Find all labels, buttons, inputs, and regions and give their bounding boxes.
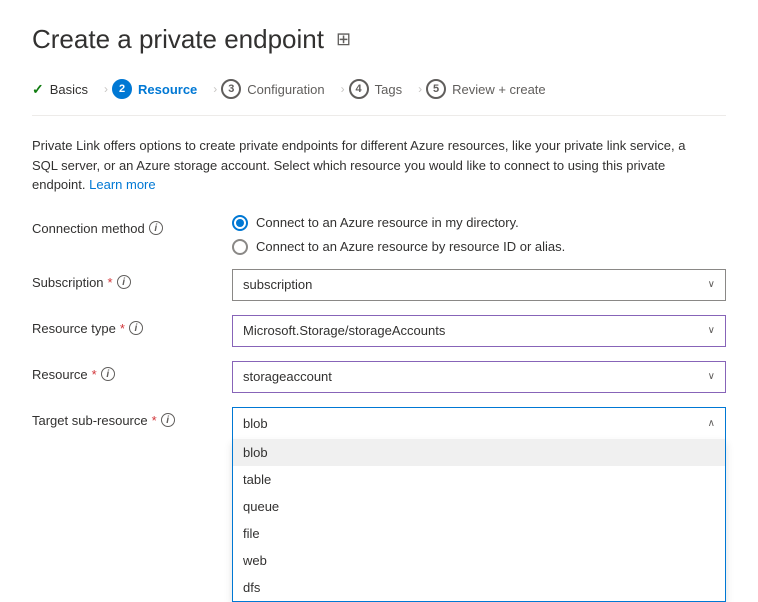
resource-type-dropdown[interactable]: Microsoft.Storage/storageAccounts ∨ — [232, 315, 726, 347]
wizard-step-resource[interactable]: 2 Resource — [112, 75, 209, 103]
required-star-subscription: * — [108, 275, 113, 290]
wizard-sep-3: › — [341, 82, 345, 96]
step-circle-configuration: 3 — [221, 79, 241, 99]
target-sub-resource-control: blob ∧ blob table queue file web dfs — [232, 407, 726, 439]
wizard-sep-2: › — [213, 82, 217, 96]
chevron-down-icon-resource: ∨ — [708, 371, 715, 382]
step-checkmark-basics: ✓ — [32, 81, 44, 98]
wizard-steps: ✓ Basics › 2 Resource › 3 Configuration … — [32, 75, 726, 116]
target-sub-resource-container: blob ∧ blob table queue file web dfs — [232, 407, 726, 439]
target-sub-resource-list: blob table queue file web dfs — [232, 439, 726, 602]
wizard-step-basics[interactable]: ✓ Basics — [32, 77, 100, 102]
step-label-basics: Basics — [50, 82, 88, 97]
wizard-step-configuration[interactable]: 3 Configuration — [221, 75, 336, 103]
target-sub-resource-value: blob — [243, 416, 268, 431]
dropdown-item-file[interactable]: file — [233, 520, 725, 547]
chevron-up-icon-target-sub-resource: ∧ — [708, 418, 715, 429]
dropdown-item-queue[interactable]: queue — [233, 493, 725, 520]
label-connection-method: Connection method i — [32, 215, 232, 236]
step-circle-review: 5 — [426, 79, 446, 99]
info-icon-target-sub-resource[interactable]: i — [161, 413, 175, 427]
label-resource-type: Resource type * i — [32, 315, 232, 336]
step-circle-resource: 2 — [112, 79, 132, 99]
step-label-review: Review + create — [452, 82, 546, 97]
page-title-row: Create a private endpoint ⊞ — [32, 24, 726, 55]
label-target-sub-resource: Target sub-resource * i — [32, 407, 232, 428]
info-icon-resource[interactable]: i — [101, 367, 115, 381]
radio-option-resource-id[interactable]: Connect to an Azure resource by resource… — [232, 239, 726, 255]
required-star-resource-type: * — [120, 321, 125, 336]
resource-value: storageaccount — [243, 369, 332, 384]
info-icon-resource-type[interactable]: i — [129, 321, 143, 335]
step-label-resource: Resource — [138, 82, 197, 97]
dropdown-item-web[interactable]: web — [233, 547, 725, 574]
label-resource: Resource * i — [32, 361, 232, 382]
target-sub-resource-dropdown[interactable]: blob ∧ — [232, 407, 726, 439]
learn-more-link[interactable]: Learn more — [89, 177, 155, 192]
dropdown-item-table[interactable]: table — [233, 466, 725, 493]
form-row-connection-method: Connection method i Connect to an Azure … — [32, 215, 726, 255]
step-circle-tags: 4 — [349, 79, 369, 99]
dropdown-item-dfs[interactable]: dfs — [233, 574, 725, 601]
subscription-value: subscription — [243, 277, 312, 292]
label-subscription: Subscription * i — [32, 269, 232, 290]
form-row-resource: Resource * i storageaccount ∨ — [32, 361, 726, 393]
radio-option-directory[interactable]: Connect to an Azure resource in my direc… — [232, 215, 726, 231]
resource-type-control: Microsoft.Storage/storageAccounts ∨ — [232, 315, 726, 347]
chevron-down-icon-resource-type: ∨ — [708, 325, 715, 336]
required-star-resource: * — [92, 367, 97, 382]
form-row-subscription: Subscription * i subscription ∨ — [32, 269, 726, 301]
wizard-sep-1: › — [104, 82, 108, 96]
dropdown-item-blob[interactable]: blob — [233, 439, 725, 466]
radio-input-resource-id[interactable] — [232, 239, 248, 255]
page-container: Create a private endpoint ⊞ ✓ Basics › 2… — [0, 0, 758, 595]
wizard-sep-4: › — [418, 82, 422, 96]
radio-input-directory[interactable] — [232, 215, 248, 231]
step-label-configuration: Configuration — [247, 82, 324, 97]
description-text: Private Link offers options to create pr… — [32, 136, 712, 195]
info-icon-connection-method[interactable]: i — [149, 221, 163, 235]
wizard-step-tags[interactable]: 4 Tags — [349, 75, 414, 103]
resource-type-value: Microsoft.Storage/storageAccounts — [243, 323, 445, 338]
connection-method-control: Connect to an Azure resource in my direc… — [232, 215, 726, 255]
form-row-target-sub-resource: Target sub-resource * i blob ∧ blob tabl… — [32, 407, 726, 439]
wizard-step-review[interactable]: 5 Review + create — [426, 75, 558, 103]
page-title: Create a private endpoint — [32, 24, 324, 55]
chevron-down-icon-subscription: ∨ — [708, 279, 715, 290]
subscription-control: subscription ∨ — [232, 269, 726, 301]
step-label-tags: Tags — [375, 82, 402, 97]
form-row-resource-type: Resource type * i Microsoft.Storage/stor… — [32, 315, 726, 347]
page-title-icon[interactable]: ⊞ — [336, 29, 351, 50]
resource-dropdown[interactable]: storageaccount ∨ — [232, 361, 726, 393]
radio-group-connection: Connect to an Azure resource in my direc… — [232, 215, 726, 255]
info-icon-subscription[interactable]: i — [117, 275, 131, 289]
required-star-target-sub-resource: * — [152, 413, 157, 428]
subscription-dropdown[interactable]: subscription ∨ — [232, 269, 726, 301]
resource-control: storageaccount ∨ — [232, 361, 726, 393]
